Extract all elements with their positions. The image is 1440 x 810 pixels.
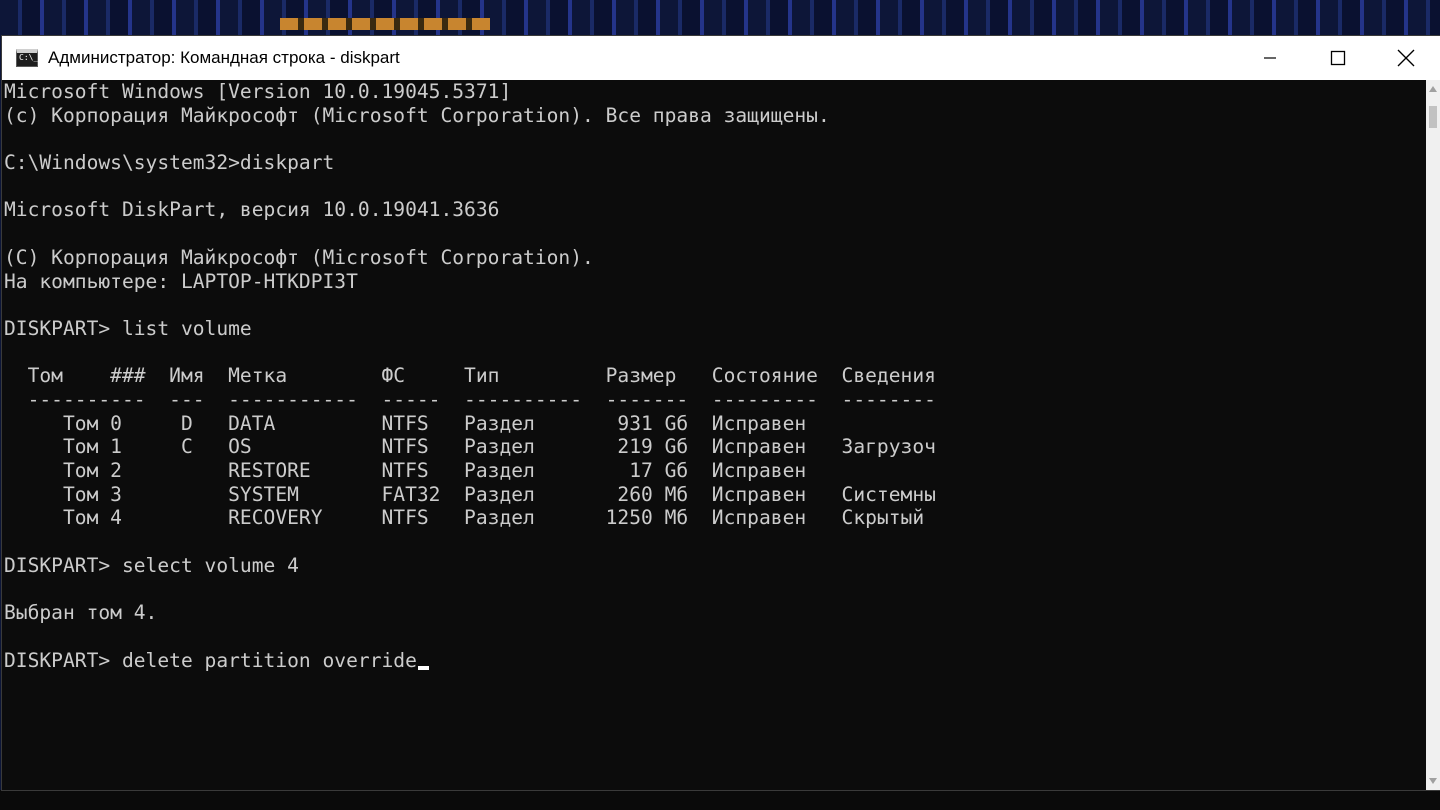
minimize-button[interactable]: [1236, 36, 1304, 80]
console-line: Выбран том 4.: [4, 601, 158, 625]
command-prompt-window[interactable]: C:\_ Администратор: Командная строка - d…: [2, 36, 1440, 790]
current-command[interactable]: DISKPART> delete partition override: [4, 649, 417, 672]
cmd-icon[interactable]: C:\_: [16, 49, 38, 67]
console-line: Том ### Имя Метка ФС Тип Размер Состояни…: [4, 364, 936, 388]
console-line: DISKPART> select volume 4: [4, 553, 299, 577]
scroll-up-icon[interactable]: [1426, 82, 1440, 96]
console-line: (C) Корпорация Майкрософт (Microsoft Cor…: [4, 245, 594, 269]
console-line: Том 2 RESTORE NTFS Раздел 17 Gб Исправен: [4, 459, 807, 482]
close-button[interactable]: [1372, 36, 1440, 80]
console-line: Том 3 SYSTEM FAT32 Раздел 260 Мб Исправе…: [4, 482, 936, 506]
scroll-down-icon[interactable]: [1426, 774, 1440, 788]
window-title: Администратор: Командная строка - diskpa…: [48, 48, 400, 67]
console-line: Том 4 RECOVERY NTFS Раздел 1250 Мб Испра…: [4, 506, 925, 530]
title-bar[interactable]: C:\_ Администратор: Командная строка - d…: [2, 36, 1440, 80]
console-line: На компьютере: LAPTOP-HTKDPI3T: [4, 269, 358, 293]
console-line: Том 1 C OS NTFS Раздел 219 Gб Исправен З…: [4, 435, 936, 459]
desktop-pattern: [280, 18, 490, 30]
console-line: C:\Windows\system32>diskpart: [4, 151, 335, 175]
window-controls: [1236, 36, 1440, 80]
console-line: Microsoft DiskPart, версия 10.0.19041.36…: [4, 198, 500, 222]
scrollbar-thumb[interactable]: [1429, 106, 1437, 128]
console-line: Microsoft Windows [Version 10.0.19045.53…: [4, 80, 512, 103]
vertical-scrollbar[interactable]: [1426, 80, 1440, 790]
console-line: ---------- --- ----------- ----- -------…: [4, 387, 936, 411]
console-line: DISKPART> list volume: [4, 316, 252, 340]
console-line: Том 0 D DATA NTFS Раздел 931 Gб Исправен: [4, 411, 807, 435]
maximize-button[interactable]: [1304, 36, 1372, 80]
taskbar-edge: [0, 790, 1440, 810]
console-line: (c) Корпорация Майкрософт (Microsoft Cor…: [4, 103, 830, 127]
maximize-icon: [1330, 50, 1346, 66]
console-text[interactable]: Microsoft Windows [Version 10.0.19045.53…: [2, 80, 1426, 672]
minimize-icon: [1264, 57, 1276, 59]
current-command-line[interactable]: DISKPART> delete partition override: [4, 649, 1426, 673]
text-cursor: [417, 665, 429, 670]
console-output[interactable]: Microsoft Windows [Version 10.0.19045.53…: [2, 80, 1426, 790]
close-icon: [1397, 49, 1415, 67]
